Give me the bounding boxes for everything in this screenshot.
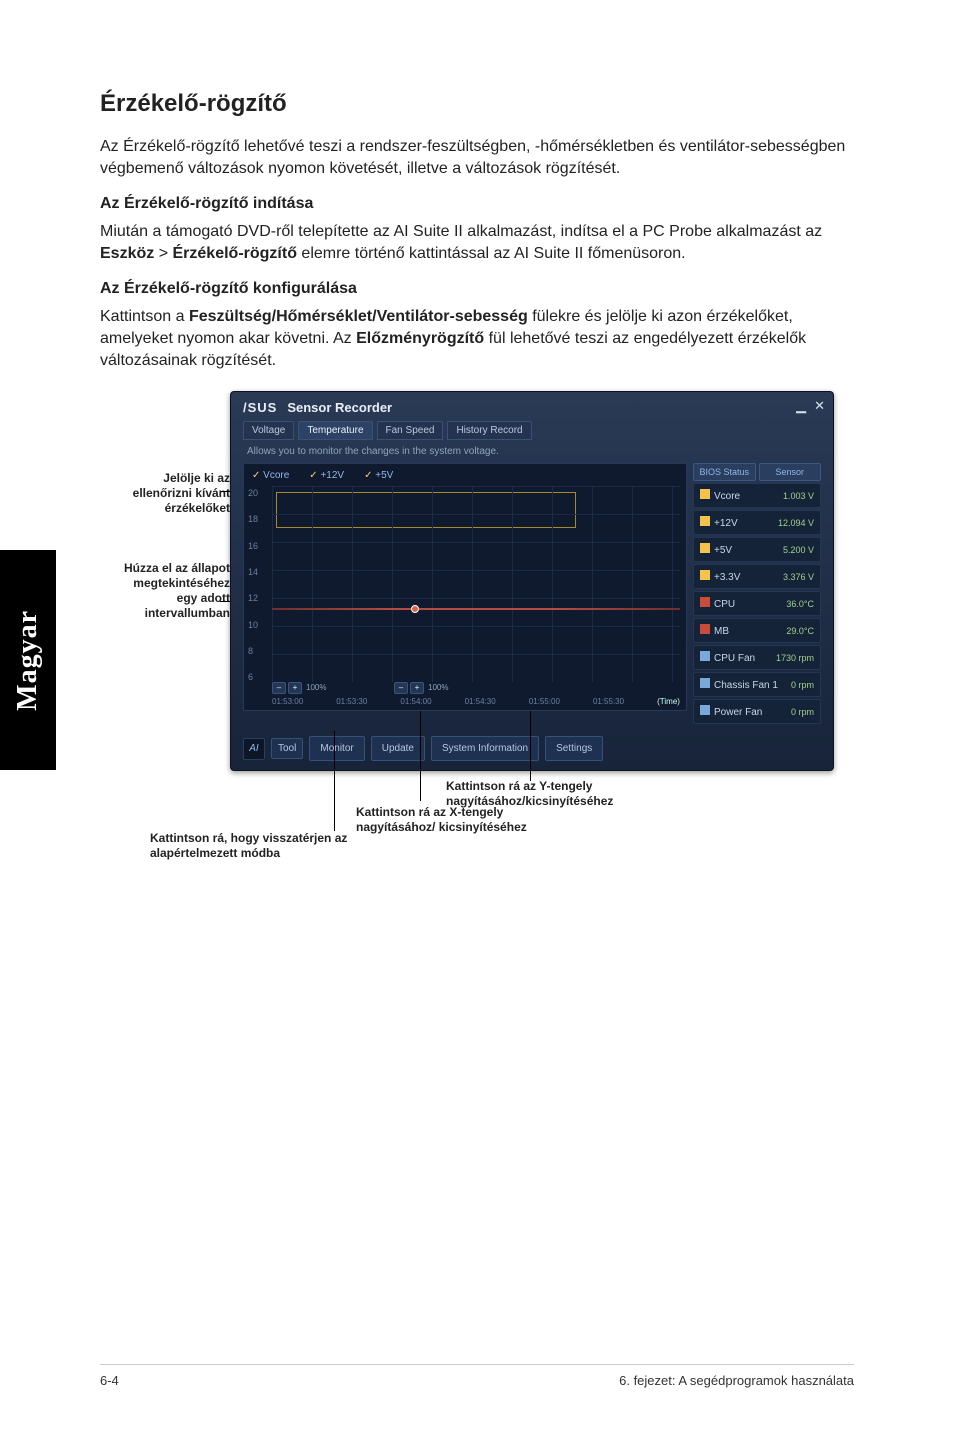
x-zoom-controls: – + 100% xyxy=(272,682,328,694)
close-icon[interactable]: ✕ xyxy=(814,398,825,414)
y-zoom-value: 100% xyxy=(426,682,450,694)
x-zoom-out-button[interactable]: – xyxy=(272,682,286,694)
config-paragraph: Kattintson a Feszültség/Hőmérséklet/Vent… xyxy=(100,306,854,371)
app-window: ▁ ✕ /SUS Sensor Recorder Voltage Tempera… xyxy=(230,391,834,771)
metric-5v: +5V5.200 V xyxy=(693,537,821,562)
plot-marker[interactable] xyxy=(411,605,419,613)
metric-cpu-temp: CPU36.0°C xyxy=(693,591,821,616)
y-zoom-out-button[interactable]: – xyxy=(394,682,408,694)
app-description: Allows you to monitor the changes in the… xyxy=(237,440,827,463)
page-number: 6-4 xyxy=(100,1373,119,1388)
update-button[interactable]: Update xyxy=(371,736,425,761)
chapter-label: 6. fejezet: A segédprogramok használata xyxy=(619,1373,854,1388)
subheading-launch: Az Érzékelő-rögzítő indítása xyxy=(100,195,854,213)
y-axis: 20 18 16 14 12 10 8 6 xyxy=(248,488,270,682)
settings-button[interactable]: Settings xyxy=(545,736,603,761)
app-logo: /SUS xyxy=(243,400,277,415)
bios-status-button[interactable]: BIOS Status xyxy=(693,463,756,481)
tab-bar: Voltage Temperature Fan Speed History Re… xyxy=(237,421,827,440)
y-zoom-controls: – + 100% xyxy=(394,682,450,694)
monitor-button[interactable]: Monitor xyxy=(309,736,364,761)
x-zoom-value: 100% xyxy=(304,682,328,694)
tab-history[interactable]: History Record xyxy=(447,421,531,440)
language-label: Magyar xyxy=(12,610,44,711)
page-footer: 6-4 6. fejezet: A segédprogramok használ… xyxy=(100,1364,854,1388)
bottom-bar: AI Tool Monitor Update System Informatio… xyxy=(237,736,827,761)
plot-line xyxy=(272,608,680,610)
intro-paragraph: Az Érzékelő-rögzítő lehetővé teszi a ren… xyxy=(100,136,854,179)
metric-cpu-fan: CPU Fan1730 rpm xyxy=(693,645,821,670)
metric-12v: +12V12.094 V xyxy=(693,510,821,535)
y-zoom-in-button[interactable]: + xyxy=(410,682,424,694)
metric-power-fan: Power Fan0 rpm xyxy=(693,699,821,724)
x-axis: 01:53:00 01:53:30 01:54:00 01:54:30 01:5… xyxy=(272,697,680,706)
x-zoom-in-button[interactable]: + xyxy=(288,682,302,694)
metric-chassis-fan: Chassis Fan 10 rpm xyxy=(693,672,821,697)
metrics-panel: BIOS Status Sensor Vcore1.003 V +12V12.0… xyxy=(693,463,821,724)
language-side-tab: Magyar xyxy=(0,550,56,770)
metric-mb-temp: MB29.0°C xyxy=(693,618,821,643)
sensor-vcore[interactable]: ✓ Vcore xyxy=(252,470,289,481)
page-title: Érzékelő-rögzítő xyxy=(100,90,854,118)
anno-reset: Kattintson rá, hogy visszatérjen az alap… xyxy=(150,831,380,861)
subheading-config: Az Érzékelő-rögzítő konfigurálása xyxy=(100,280,854,298)
tool-button[interactable]: Tool xyxy=(271,738,303,759)
anno-select-sensors: Jelölje ki az ellenőrizni kívánt érzékel… xyxy=(110,471,230,516)
plot-canvas[interactable] xyxy=(272,486,680,682)
sysinfo-button[interactable]: System Information xyxy=(431,736,539,761)
metric-3v: +3.3V3.376 V xyxy=(693,564,821,589)
tab-temperature[interactable]: Temperature xyxy=(298,421,372,440)
anno-drag: Húzza el az állapot megtekintéséhez egy … xyxy=(110,561,230,621)
chart-area[interactable]: ✓ Vcore ✓ +12V ✓ +5V 20 18 16 14 12 10 8… xyxy=(243,463,687,711)
anno-x-zoom: Kattintson rá az X-tengely nagyításához/… xyxy=(356,805,556,835)
app-title-text: Sensor Recorder xyxy=(287,400,392,415)
sensor-12v[interactable]: ✓ +12V xyxy=(309,470,344,481)
launch-paragraph: Miután a támogató DVD-ről telepítette az… xyxy=(100,221,854,264)
minimize-icon[interactable]: ▁ xyxy=(796,398,806,414)
sensor-button[interactable]: Sensor xyxy=(759,463,822,481)
ai-icon: AI xyxy=(243,738,265,760)
metric-vcore: Vcore1.003 V xyxy=(693,483,821,508)
tab-voltage[interactable]: Voltage xyxy=(243,421,294,440)
sensor-5v[interactable]: ✓ +5V xyxy=(364,470,393,481)
tab-fanspeed[interactable]: Fan Speed xyxy=(377,421,444,440)
figure: Jelölje ki az ellenőrizni kívánt érzékel… xyxy=(100,391,854,951)
